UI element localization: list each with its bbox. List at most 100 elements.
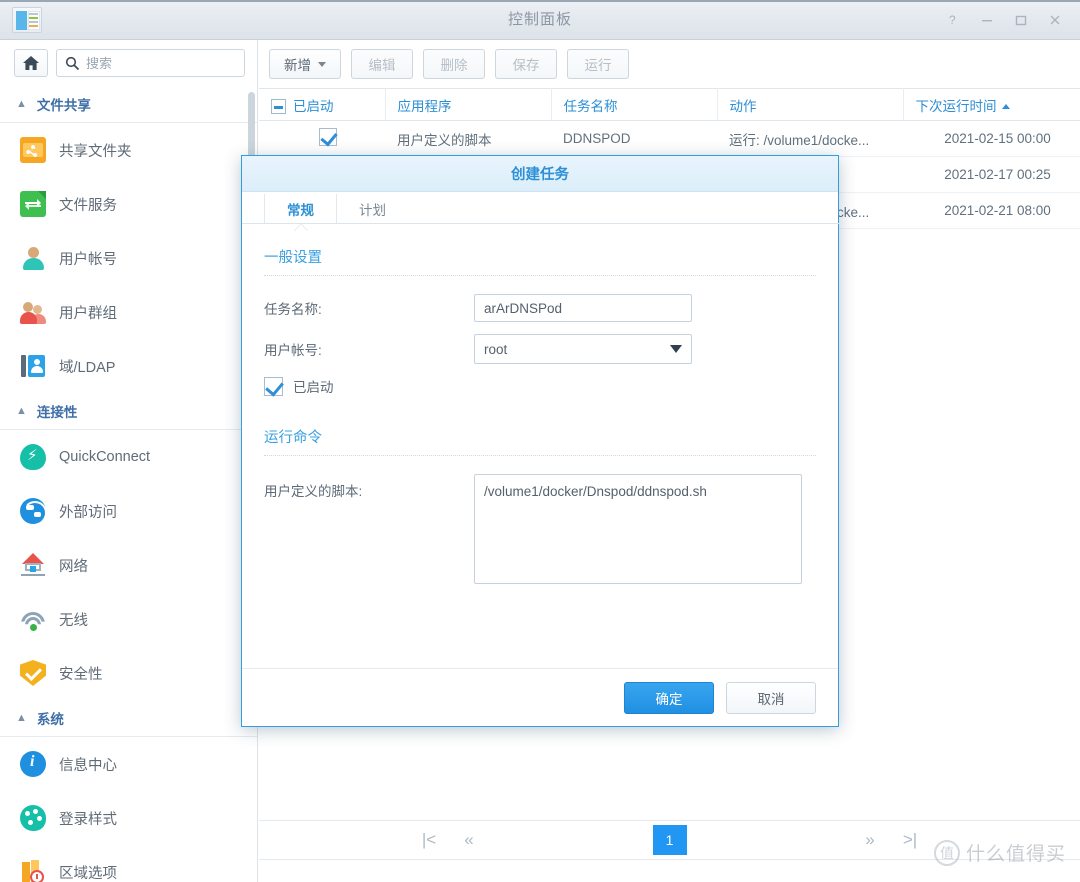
row-next-run: 2021-02-15 00:00 <box>903 120 1080 157</box>
enabled-checkbox[interactable] <box>264 376 283 396</box>
last-page-button[interactable]: >| <box>890 830 930 850</box>
page-number-1[interactable]: 1 <box>652 825 687 855</box>
dialog-body: 一般设置 任务名称: 用户帐号: root 已启动 运行命令 <box>242 224 838 664</box>
script-row: 用户定义的脚本: <box>264 474 816 584</box>
select-all-checkbox[interactable] <box>271 98 286 114</box>
tab-general[interactable]: 常规 <box>264 194 336 224</box>
general-settings-heading: 一般设置 <box>264 250 322 266</box>
sidebar-item-login-style[interactable]: 登录样式 <box>0 791 257 845</box>
security-shield-icon <box>20 660 46 686</box>
user-account-select[interactable]: root <box>474 334 692 364</box>
first-page-button[interactable]: |< <box>409 830 449 850</box>
chevron-down-icon <box>318 61 326 67</box>
column-header-application[interactable]: 应用程序 <box>385 88 552 121</box>
sidebar-item-label: QuickConnect <box>59 449 151 465</box>
domain-ldap-icon <box>20 353 46 379</box>
sidebar-item-domain-ldap[interactable]: 域/LDAP <box>0 339 257 393</box>
sidebar-item-info-center[interactable]: 信息中心 <box>0 737 257 791</box>
dialog-title: 创建任务 <box>511 167 569 183</box>
script-label: 用户定义的脚本: <box>264 484 363 499</box>
divider <box>264 275 816 276</box>
network-icon <box>20 552 46 578</box>
row-next-run: 2021-02-21 08:00 <box>903 192 1080 229</box>
external-access-icon <box>20 498 47 525</box>
sidebar-group-system[interactable]: ▲ 系统 <box>0 700 257 737</box>
sidebar-item-quickconnect[interactable]: QuickConnect <box>0 430 257 484</box>
sidebar-item-external-access[interactable]: 外部访问 <box>0 484 257 538</box>
dialog-footer: 确定 取消 <box>242 668 838 726</box>
bottom-strip <box>259 861 1080 882</box>
wireless-icon <box>20 606 46 632</box>
control-panel-window: 控制面板 ? 搜索 ▲ 文件共享 共享文件夹 文件服务 用户帐号 用户群组 域/… <box>0 0 1080 882</box>
sidebar-item-label: 外部访问 <box>59 504 117 521</box>
cancel-button[interactable]: 取消 <box>726 681 816 714</box>
sidebar-group-connectivity[interactable]: ▲ 连接性 <box>0 393 257 430</box>
table-row[interactable]: 用户定义的脚本 DDNSPOD 运行: /volume1/docke... 20… <box>259 120 1080 157</box>
pagination-bar: |< « 1 » >| <box>259 820 1080 860</box>
next-page-button[interactable]: » <box>850 830 890 850</box>
task-name-row: 任务名称: <box>264 294 816 322</box>
sidebar-item-security[interactable]: 安全性 <box>0 646 257 700</box>
user-group-icon <box>20 299 46 325</box>
task-name-label: 任务名称: <box>264 302 322 317</box>
file-services-icon <box>20 191 46 217</box>
sidebar-item-wireless[interactable]: 无线 <box>0 592 257 646</box>
row-enabled-cell[interactable] <box>259 120 385 157</box>
sidebar-item-regional-options[interactable]: 区域选项 <box>0 845 257 882</box>
column-header-enabled[interactable]: 已启动 <box>259 88 386 121</box>
chevron-down-icon <box>670 345 682 353</box>
column-header-action[interactable]: 动作 <box>717 88 904 121</box>
create-button[interactable]: 新增 <box>269 49 341 79</box>
close-button[interactable] <box>1038 0 1072 40</box>
ok-button[interactable]: 确定 <box>624 681 714 714</box>
tab-schedule[interactable]: 计划 <box>336 194 408 224</box>
sidebar-group-file-sharing[interactable]: ▲ 文件共享 <box>0 86 257 123</box>
sidebar-group-label: 系统 <box>36 712 64 727</box>
help-button[interactable]: ? <box>936 0 970 40</box>
sort-ascending-icon <box>1001 103 1010 109</box>
column-header-task-name[interactable]: 任务名称 <box>551 88 718 121</box>
enabled-row[interactable]: 已启动 <box>264 376 816 396</box>
sidebar-item-label: 用户帐号 <box>59 251 117 268</box>
quickconnect-icon <box>20 444 46 470</box>
row-checkbox[interactable] <box>319 128 337 146</box>
user-account-value: root <box>484 341 508 357</box>
column-header-next-run[interactable]: 下次运行时间 <box>903 88 1080 121</box>
sidebar-item-label: 信息中心 <box>59 757 117 774</box>
run-button[interactable]: 运行 <box>567 49 629 79</box>
sidebar-item-label: 无线 <box>59 612 88 629</box>
row-action: 运行: /volume1/docke... <box>717 120 903 157</box>
sidebar-item-user-account[interactable]: 用户帐号 <box>0 231 257 285</box>
user-account-icon <box>20 245 46 271</box>
row-task-name: DDNSPOD <box>551 120 717 157</box>
svg-text:?: ? <box>949 13 956 27</box>
home-button[interactable] <box>14 49 48 77</box>
shared-folder-icon <box>20 137 46 163</box>
minimize-button[interactable] <box>970 0 1004 40</box>
chevron-up-icon: ▲ <box>16 712 27 724</box>
task-name-input[interactable] <box>474 294 692 322</box>
sidebar-item-user-group[interactable]: 用户群组 <box>0 285 257 339</box>
window-controls: ? <box>936 0 1072 40</box>
sidebar-item-network[interactable]: 网络 <box>0 538 257 592</box>
run-command-heading: 运行命令 <box>264 430 322 446</box>
delete-button[interactable]: 删除 <box>423 49 485 79</box>
enabled-label: 已启动 <box>293 380 334 395</box>
sidebar-group-label: 文件共享 <box>36 98 91 113</box>
search-box[interactable] <box>56 49 245 77</box>
sidebar-item-file-services[interactable]: 文件服务 <box>0 177 257 231</box>
chevron-up-icon: ▲ <box>16 405 27 417</box>
row-application: 用户定义的脚本 <box>385 120 551 157</box>
divider <box>264 455 816 456</box>
prev-page-button[interactable]: « <box>449 830 489 850</box>
script-textarea[interactable] <box>474 474 802 584</box>
maximize-button[interactable] <box>1004 0 1038 40</box>
sidebar-item-label: 共享文件夹 <box>59 143 132 160</box>
login-style-icon <box>20 805 46 831</box>
edit-button[interactable]: 编辑 <box>351 49 413 79</box>
save-button[interactable]: 保存 <box>495 49 557 79</box>
sidebar: ▲ 文件共享 共享文件夹 文件服务 用户帐号 用户群组 <box>0 40 258 882</box>
sidebar-item-shared-folder[interactable]: 共享文件夹 <box>0 123 257 177</box>
sidebar-group-label: 连接性 <box>36 405 78 420</box>
search-input[interactable] <box>86 55 236 71</box>
